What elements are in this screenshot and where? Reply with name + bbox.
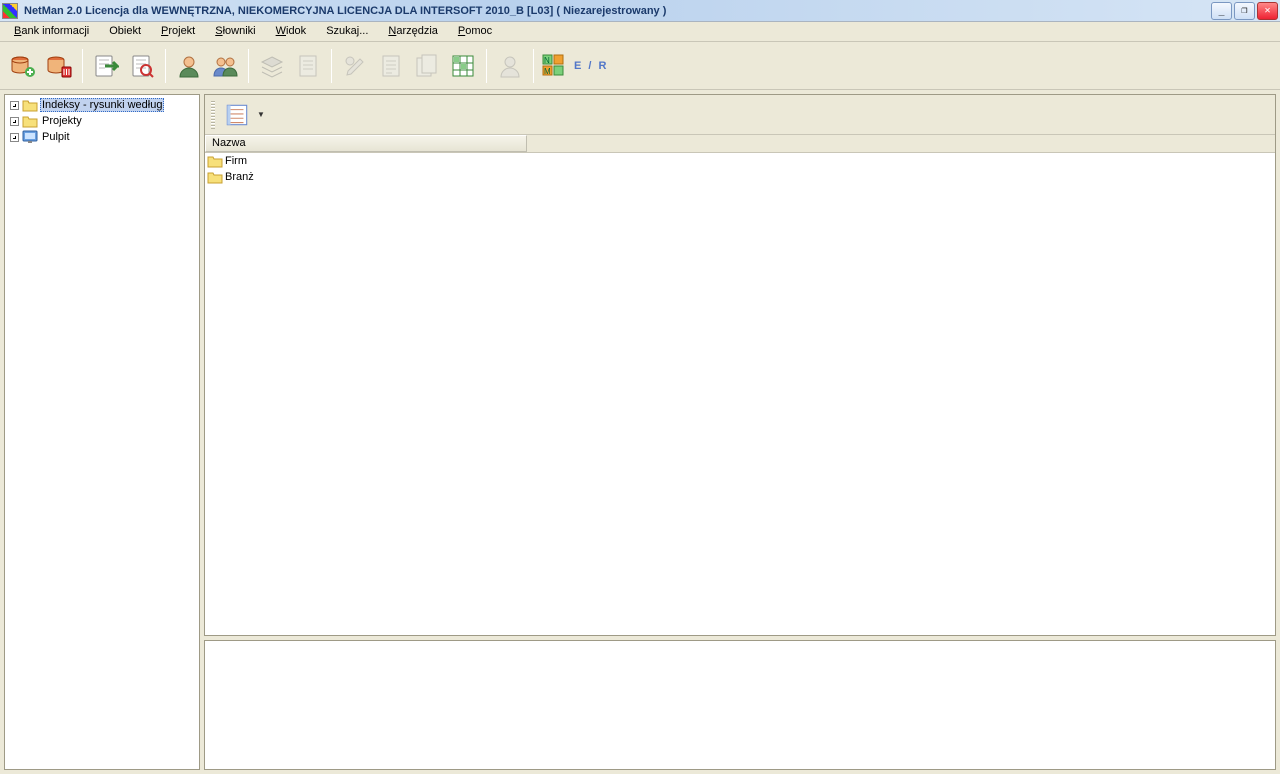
menu-szukaj[interactable]: Szukaj... <box>316 22 378 41</box>
er-label: E / R <box>574 60 608 72</box>
menu-narzedzia[interactable]: Narzędzia <box>378 22 448 41</box>
menu-pomoc[interactable]: Pomoc <box>448 22 502 41</box>
user-group-button[interactable] <box>208 49 242 83</box>
db-add-button[interactable] <box>6 49 40 83</box>
document-button <box>291 49 325 83</box>
detail-panel <box>204 640 1276 770</box>
expand-icon[interactable] <box>10 101 19 110</box>
expand-icon[interactable] <box>10 133 19 142</box>
folder-icon <box>22 114 38 128</box>
app-icon <box>2 3 18 19</box>
menu-projekt[interactable]: Projekt <box>151 22 205 41</box>
title-bar: NetMan 2.0 Licencja dla WEWNĘTRZNA, NIEK… <box>0 0 1280 22</box>
tree-label: Projekty <box>40 115 84 127</box>
window-title: NetMan 2.0 Licencja dla WEWNĘTRZNA, NIEK… <box>24 5 1211 17</box>
tree-node-projekty[interactable]: Projekty <box>7 113 197 129</box>
menu-obiekt[interactable]: Obiekt <box>99 22 151 41</box>
expand-icon[interactable] <box>10 117 19 126</box>
minimize-button[interactable]: _ <box>1211 2 1232 20</box>
tree-node-pulpit[interactable]: Pulpit <box>7 129 197 145</box>
export-button[interactable] <box>89 49 123 83</box>
svg-text:N: N <box>544 56 550 65</box>
user2-button <box>493 49 527 83</box>
document3-button <box>410 49 444 83</box>
db-remove-button[interactable] <box>42 49 76 83</box>
list-toolbar: ▼ <box>205 95 1275 135</box>
tree-label: Indeksy - rysunki według <box>40 98 164 112</box>
close-button[interactable]: ✕ <box>1257 2 1278 20</box>
list-item-label: Branż <box>225 171 254 183</box>
settings-button <box>338 49 372 83</box>
layers-button <box>255 49 289 83</box>
document-search-button[interactable] <box>125 49 159 83</box>
tree-panel[interactable]: Indeksy - rysunki według Projekty Pulpit <box>4 94 200 770</box>
list-item[interactable]: Firm <box>205 153 1275 169</box>
grid-button[interactable] <box>446 49 480 83</box>
folder-icon <box>207 154 223 168</box>
list-item-label: Firm <box>225 155 247 167</box>
menu-label: ank informacji <box>21 25 89 37</box>
tree-node-indeksy[interactable]: Indeksy - rysunki według <box>7 97 197 113</box>
maximize-button[interactable]: ❐ <box>1234 2 1255 20</box>
folder-icon <box>207 170 223 184</box>
list-body[interactable]: Firm Branż <box>205 153 1275 635</box>
folder-icon <box>22 98 38 112</box>
svg-text:M: M <box>544 67 551 76</box>
column-header-nazwa[interactable]: Nazwa <box>205 135 527 152</box>
menu-slowniki[interactable]: Słowniki <box>205 22 265 41</box>
user-button[interactable] <box>172 49 206 83</box>
main-toolbar: N M E / R <box>0 42 1280 90</box>
dropdown-arrow-icon[interactable]: ▼ <box>257 110 265 119</box>
menu-widok[interactable]: Widok <box>266 22 317 41</box>
list-item[interactable]: Branż <box>205 169 1275 185</box>
menu-bank-informacji[interactable]: Bank informacji <box>4 22 99 41</box>
list-header: Nazwa <box>205 135 1275 153</box>
netman-icon[interactable]: N M <box>540 49 568 83</box>
toolbar-grip[interactable] <box>211 101 215 129</box>
desktop-icon <box>22 130 38 144</box>
view-mode-button[interactable] <box>223 101 251 129</box>
document2-button <box>374 49 408 83</box>
list-panel: ▼ Nazwa Firm Branż <box>204 94 1276 636</box>
menu-bar: Bank informacji Obiekt Projekt Słowniki … <box>0 22 1280 42</box>
tree-label: Pulpit <box>40 131 72 143</box>
